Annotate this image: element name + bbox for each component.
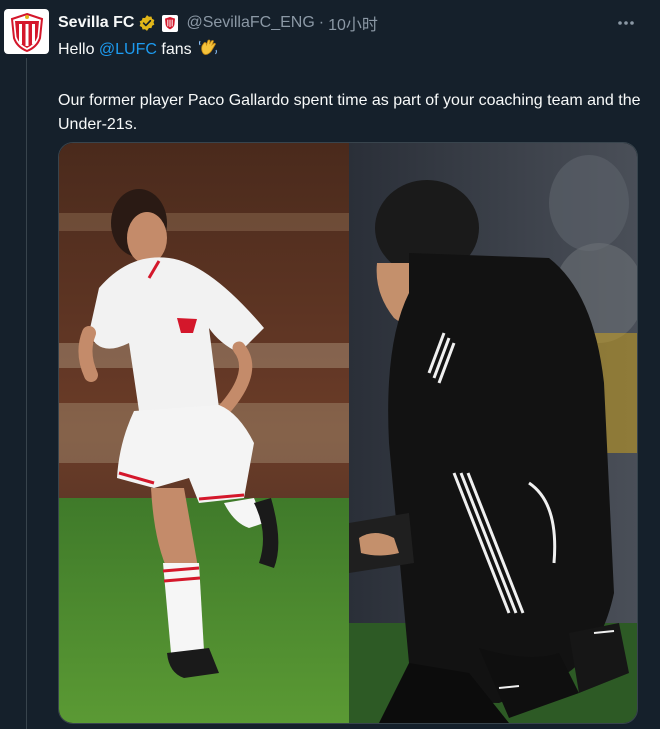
mention-link[interactable]: @LUFC xyxy=(99,41,157,58)
greeting-suffix: fans xyxy=(156,41,192,58)
tweet-text: Hello @LUFC fans Our former player Paco … xyxy=(58,37,648,137)
greeting-prefix: Hello xyxy=(58,41,99,58)
sevilla-crest-icon xyxy=(10,12,43,52)
verified-badge-icon xyxy=(138,14,156,32)
tweet-header: Sevilla FC @SevillaFC_ENG · 10小时 xyxy=(58,12,640,34)
timestamp[interactable]: 10小时 xyxy=(328,11,378,35)
author-name[interactable]: Sevilla FC xyxy=(58,14,134,32)
waving-hand-icon xyxy=(198,37,218,65)
thread-line xyxy=(26,58,27,729)
coach-photo[interactable] xyxy=(349,143,637,723)
more-options-icon[interactable] xyxy=(612,12,640,34)
avatar[interactable] xyxy=(4,9,49,54)
separator-dot: · xyxy=(318,14,325,31)
author-handle[interactable]: @SevillaFC_ENG xyxy=(186,14,314,32)
greeting-line: Hello @LUFC fans xyxy=(58,37,648,65)
player-photo[interactable] xyxy=(59,143,349,723)
tweet-body: Our former player Paco Gallardo spent ti… xyxy=(58,92,641,133)
tweet-media[interactable] xyxy=(58,142,638,724)
affiliate-badge-icon xyxy=(162,14,179,32)
